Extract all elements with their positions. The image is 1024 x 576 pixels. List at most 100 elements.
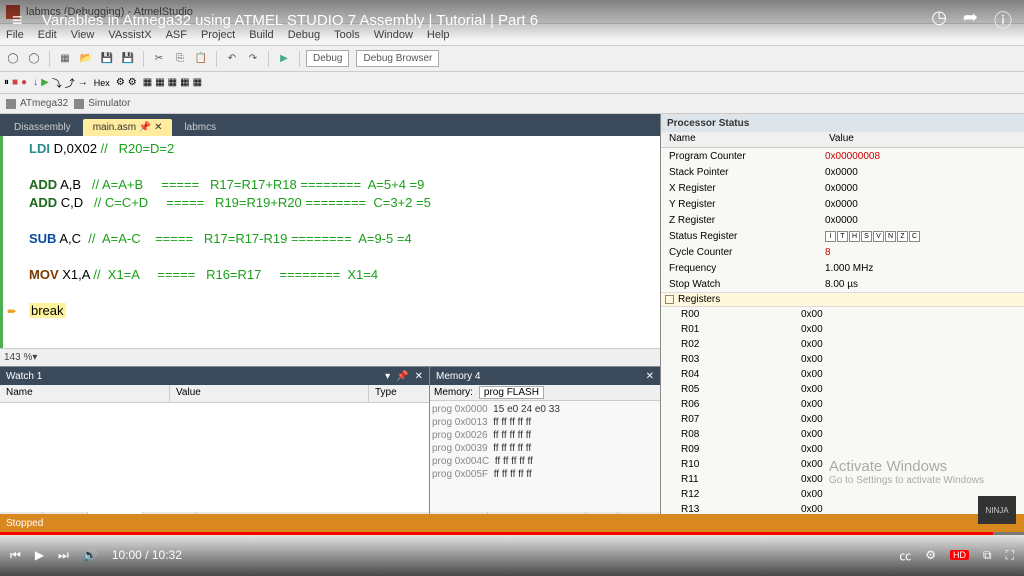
proc-row: Z Register0x0000 (661, 212, 1024, 228)
share-icon[interactable]: ➦ (963, 7, 978, 33)
yt-menu-icon[interactable]: ≡ (12, 10, 32, 31)
quality-badge[interactable]: HD (950, 550, 969, 560)
col-type[interactable]: Type (369, 385, 429, 402)
windows-watermark: Activate WindowsGo to Settings to activa… (829, 458, 984, 486)
browser-dropdown[interactable]: Debug Browser (356, 50, 439, 67)
register-row: R000x00 (661, 307, 1024, 322)
editor-tabs: Disassembly main.asm 📌 ✕ labmcs (0, 114, 660, 136)
memory-label: Memory: (434, 387, 473, 398)
tab-main-asm[interactable]: main.asm 📌 ✕ (83, 119, 173, 136)
save-icon[interactable]: 💾 (98, 50, 116, 68)
proc-row: Program Counter0x00000008 (661, 148, 1024, 164)
toolbar-main: ◯ ◯ ▦ 📂 💾 💾 ✂ ⎘ 📋 ↶ ↷ ▶ Debug Debug Brow… (0, 46, 1024, 72)
tool-icon-3[interactable]: ▦ (143, 77, 152, 88)
watch-body[interactable] (0, 403, 429, 512)
crumb-tool[interactable]: Simulator (88, 98, 130, 109)
cc-icon[interactable]: ㏄ (899, 547, 911, 564)
tool-icon-2[interactable]: ⚙ (128, 77, 137, 88)
step-into-icon[interactable]: ↓ (33, 77, 38, 88)
tool-icon-6[interactable]: ▦ (180, 77, 189, 88)
redo-icon[interactable]: ↷ (244, 50, 262, 68)
breakpoint-arrow-icon[interactable]: ➨ (7, 302, 17, 320)
code-editor[interactable]: LDI D,0X02 // R20=D=2 ADD A,B // A=A+B =… (0, 136, 660, 348)
cut-icon[interactable]: ✂ (150, 50, 168, 68)
col-name[interactable]: Name (0, 385, 170, 402)
config-dropdown[interactable]: Debug (306, 50, 349, 67)
prev-icon[interactable]: ⏮ (10, 548, 21, 563)
youtube-header: ≡ Variables in Atmega32 using ATMEL STUD… (0, 0, 1024, 40)
miniplayer-icon[interactable]: ⧉ (983, 548, 992, 563)
restart-icon[interactable]: ● (21, 77, 27, 88)
nav-back-icon[interactable]: ◯ (4, 50, 22, 68)
col-value: Value (821, 132, 1024, 147)
watch-panel: Watch 1▾📌✕ Name Value Type AutosLocalsWa… (0, 367, 430, 532)
memory-select[interactable]: prog FLASH (479, 386, 544, 399)
progress-bar[interactable] (0, 532, 1024, 535)
close-icon[interactable]: ✕ (415, 371, 423, 382)
stop-icon[interactable]: ■ (12, 77, 18, 88)
close-icon[interactable]: ✕ (154, 122, 162, 133)
proc-row: Frequency1.000 MHz (661, 260, 1024, 276)
tab-disassembly[interactable]: Disassembly (4, 119, 81, 136)
proc-row: Stack Pointer0x0000 (661, 164, 1024, 180)
tool-icon-1[interactable]: ⚙ (116, 77, 125, 88)
memory-title: Memory 4 (436, 371, 480, 382)
crumb-project[interactable]: ATmega32 (20, 98, 68, 109)
register-row: R090x00 (661, 442, 1024, 457)
open-icon[interactable]: 📂 (77, 50, 95, 68)
new-icon[interactable]: ▦ (56, 50, 74, 68)
register-row: R010x00 (661, 322, 1024, 337)
tool-icon-7[interactable]: ▦ (193, 77, 202, 88)
volume-icon[interactable]: 🔊 (83, 548, 98, 562)
toolbar-debug: ⏸ ■ ● ↓ ▶ ⤵ ⤴ → Hex ⚙ ⚙ ▦ ▦ ▦ ▦ ▦ (0, 72, 1024, 94)
register-row: R030x00 (661, 352, 1024, 367)
register-row: R020x00 (661, 337, 1024, 352)
step-out-icon[interactable]: ⤴ (65, 75, 75, 90)
col-value[interactable]: Value (170, 385, 369, 402)
close-icon[interactable]: ✕ (646, 371, 654, 382)
step-over-icon[interactable]: ⤵ (52, 75, 62, 90)
proc-row: Y Register0x0000 (661, 196, 1024, 212)
memory-dump[interactable]: prog 0x0000 15 e0 24 e0 33prog 0x0013 ff… (430, 401, 660, 512)
break-all-icon[interactable]: ⏸ (4, 77, 9, 88)
proc-row: Stop Watch8.00 µs (661, 276, 1024, 292)
info-icon[interactable]: ⓘ (994, 7, 1012, 33)
pin-icon[interactable]: 📌 (396, 371, 408, 382)
zoom-level[interactable]: 143 % ▾ (0, 348, 660, 366)
nav-fwd-icon[interactable]: ◯ (25, 50, 43, 68)
copy-icon[interactable]: ⎘ (171, 50, 189, 68)
run-icon[interactable]: ▶ (275, 50, 293, 68)
memory-panel: Memory 4 ✕ Memory: prog FLASH prog 0x0000 … (430, 367, 660, 532)
tool-icon-5[interactable]: ▦ (168, 77, 177, 88)
register-row: R060x00 (661, 397, 1024, 412)
register-row: R080x00 (661, 427, 1024, 442)
video-title: Variables in Atmega32 using ATMEL STUDIO… (42, 12, 931, 29)
settings-icon[interactable]: ⚙ (925, 548, 936, 562)
paste-icon[interactable]: 📋 (192, 50, 210, 68)
break-statement: break (29, 303, 66, 318)
undo-icon[interactable]: ↶ (223, 50, 241, 68)
fullscreen-icon[interactable]: ⛶ (1006, 548, 1014, 563)
tab-labmcs[interactable]: labmcs (174, 119, 226, 136)
continue-icon[interactable]: ▶ (41, 77, 49, 88)
next-icon[interactable]: ⏭ (58, 548, 69, 563)
hex-toggle[interactable]: Hex (94, 78, 110, 88)
ninja-logo: NINJA (978, 496, 1016, 524)
register-row: R050x00 (661, 382, 1024, 397)
pin-icon[interactable]: 📌 (139, 122, 151, 133)
breadcrumb: ATmega32 Simulator (0, 94, 1024, 114)
register-row: R120x00 (661, 487, 1024, 502)
proc-row: X Register0x0000 (661, 180, 1024, 196)
save-all-icon[interactable]: 💾 (119, 50, 137, 68)
time-display: 10:00 / 10:32 (112, 548, 182, 562)
registers-header[interactable]: Registers (661, 292, 1024, 307)
watch-title: Watch 1 (6, 371, 42, 382)
register-row: R040x00 (661, 367, 1024, 382)
run-to-cursor-icon[interactable]: → (78, 77, 88, 88)
statusbar: Stopped (0, 514, 1024, 532)
watch-later-icon[interactable]: ◷ (931, 7, 947, 33)
play-icon[interactable]: ▶ (35, 548, 44, 562)
col-name: Name (661, 132, 821, 147)
tool-icon-4[interactable]: ▦ (155, 77, 164, 88)
dropdown-icon[interactable]: ▾ (385, 371, 390, 382)
